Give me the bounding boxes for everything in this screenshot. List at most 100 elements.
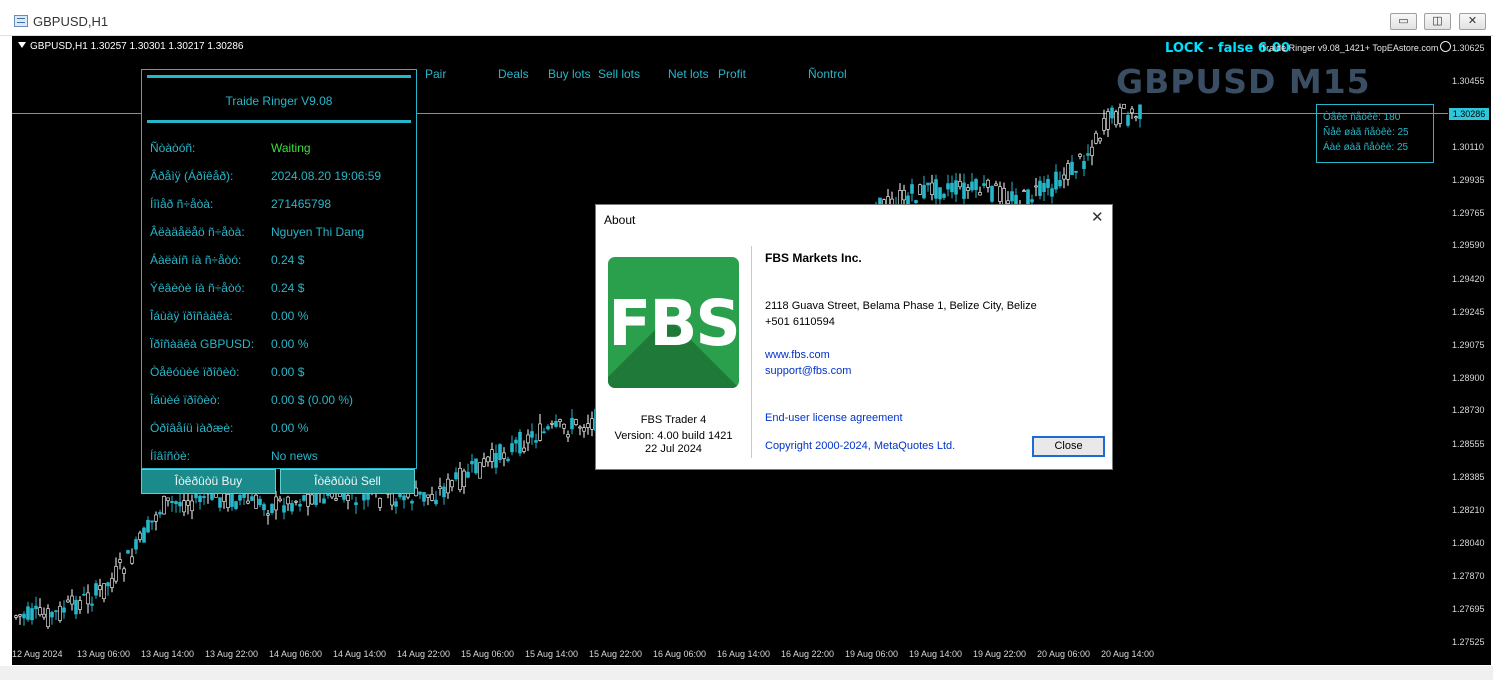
product-date: 22 Jul 2024 xyxy=(645,443,702,455)
account-owner-label: Âëàäåëåö ñ÷åòà: xyxy=(150,225,245,239)
candle-body xyxy=(446,478,450,494)
candle-body xyxy=(390,493,394,506)
restore-icon: ◫ xyxy=(1432,15,1443,27)
candle-body xyxy=(934,179,938,199)
candle-body xyxy=(482,458,486,467)
candle-body xyxy=(1038,180,1042,196)
candle-body xyxy=(158,512,162,515)
candle-body xyxy=(266,513,270,516)
candle-body xyxy=(526,434,530,444)
candle-body xyxy=(94,583,98,596)
time-tick: 13 Aug 22:00 xyxy=(205,649,259,659)
candle-body xyxy=(490,449,494,462)
candle-body xyxy=(558,419,562,422)
candle-body xyxy=(234,501,238,509)
open-sell-button[interactable]: Îòêðûòü Sell xyxy=(280,469,415,494)
website-link[interactable]: www.fbs.com xyxy=(765,349,830,361)
candle-body xyxy=(530,431,534,438)
candle-body xyxy=(98,585,102,590)
price-tick: 1.28385 xyxy=(1452,472,1485,482)
candle-body xyxy=(294,500,298,503)
column-buy-lots: Buy lots xyxy=(548,67,591,81)
candle-body xyxy=(478,462,482,479)
candle-body xyxy=(450,480,454,488)
candle-body xyxy=(1046,178,1050,188)
candle-body xyxy=(30,608,34,621)
price-tick: 1.29935 xyxy=(1452,175,1485,185)
minimize-icon: ▭ xyxy=(1398,15,1409,27)
candle-body xyxy=(1074,170,1078,173)
candle-body xyxy=(1050,188,1054,197)
candle-body xyxy=(1062,174,1066,180)
candle-body xyxy=(110,578,114,588)
candle-body xyxy=(578,426,582,429)
candle-body xyxy=(82,593,86,596)
candle-body xyxy=(274,496,278,511)
candle-body xyxy=(262,504,266,511)
grid-stat: Áàé øàã ñåòêè: 25 xyxy=(1323,142,1409,153)
email-link[interactable]: support@fbs.com xyxy=(765,365,851,377)
copyright-link[interactable]: Copyright 2000-2024, MetaQuotes Ltd. xyxy=(765,440,955,452)
candle-body xyxy=(186,500,190,506)
candle-body xyxy=(90,603,94,606)
candle-body xyxy=(1022,190,1026,192)
dialog-separator xyxy=(751,246,752,458)
ea-info-text: Traide Ringer v9.08_1421+ TopEAstore.com xyxy=(1261,43,1439,53)
company-name: FBS Markets Inc. xyxy=(765,251,862,265)
balance-label: Áàëàíñ íà ñ÷åòó: xyxy=(150,253,242,267)
candle-body xyxy=(138,532,142,540)
symbol-drawdown-label: Ïðîñàäêà GBPUSD: xyxy=(150,337,255,351)
candle-body xyxy=(14,615,18,618)
dialog-title: About xyxy=(604,213,636,227)
candle-body xyxy=(106,582,110,587)
price-tick: 1.29590 xyxy=(1452,240,1485,250)
price-tick: 1.29075 xyxy=(1452,340,1485,350)
about-dialog: About ✕ FBS FBS Trader 4 Version: 4.00 b… xyxy=(595,204,1113,470)
restore-button[interactable]: ◫ xyxy=(1424,13,1451,30)
candle-body xyxy=(506,458,510,461)
dialog-close-icon[interactable]: ✕ xyxy=(1091,210,1104,226)
price-axis[interactable]: 1.30625 1.30455 1.30286 1.30110 1.29935 … xyxy=(1448,36,1491,665)
panel-divider xyxy=(147,120,411,123)
close-button[interactable]: Close xyxy=(1032,436,1105,457)
candle-body xyxy=(502,452,506,459)
candle-body xyxy=(426,494,430,498)
candle-body xyxy=(522,447,526,452)
candle-body xyxy=(78,600,82,610)
candle-body xyxy=(250,496,254,501)
grid-stat: Ñåê øàã ñåòêè: 25 xyxy=(1323,127,1409,138)
license-link[interactable]: End-user license agreement xyxy=(765,412,903,424)
candle-body xyxy=(162,495,166,515)
bottom-bar xyxy=(0,666,1493,680)
candle-body xyxy=(542,431,546,433)
time-tick: 15 Aug 14:00 xyxy=(525,649,579,659)
close-window-button[interactable]: ✕ xyxy=(1459,13,1486,30)
candle-body xyxy=(586,423,590,428)
company-phone: +501 6110594 xyxy=(765,316,835,328)
candle-body xyxy=(54,610,58,613)
time-tick: 20 Aug 06:00 xyxy=(1037,649,1091,659)
candle-body xyxy=(166,497,170,501)
candle-body xyxy=(286,496,290,505)
news-value: No news xyxy=(271,449,318,463)
candle-body xyxy=(430,494,434,501)
candle-body xyxy=(122,568,126,574)
time-tick: 14 Aug 06:00 xyxy=(269,649,323,659)
price-tick: 1.30625 xyxy=(1452,43,1485,53)
candle-body xyxy=(910,184,914,194)
candle-body xyxy=(354,502,358,506)
candle-body xyxy=(1034,185,1038,188)
open-buy-button[interactable]: Îòêðûòü Buy xyxy=(141,469,276,494)
candle-body xyxy=(62,607,66,613)
minimize-button[interactable]: ▭ xyxy=(1390,13,1417,30)
price-tick: 1.29420 xyxy=(1452,274,1485,284)
candle-body xyxy=(534,440,538,443)
candle-body xyxy=(1118,107,1122,124)
margin-level-value: 0.00 % xyxy=(271,421,309,435)
time-tick: 12 Aug 2024 xyxy=(12,649,63,659)
candle-body xyxy=(974,179,978,191)
time-tick: 20 Aug 14:00 xyxy=(1101,649,1155,659)
candle-body xyxy=(1002,188,1006,205)
candle-body xyxy=(574,419,578,425)
dropdown-triangle-icon[interactable] xyxy=(18,42,26,48)
